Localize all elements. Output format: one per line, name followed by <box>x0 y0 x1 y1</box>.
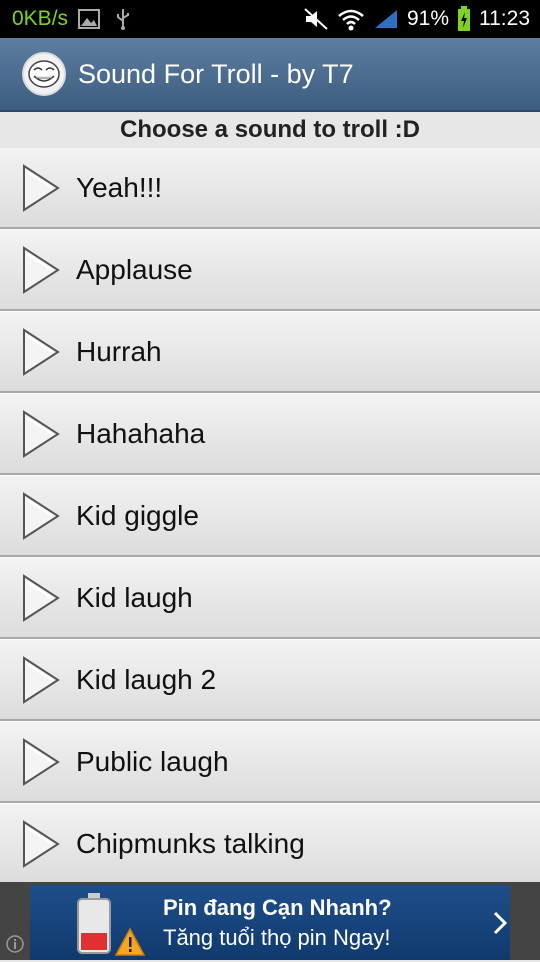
sound-row-kid-laugh[interactable]: Kid laugh <box>0 557 540 639</box>
sound-label: Yeah!!! <box>76 171 163 203</box>
play-icon <box>23 492 60 540</box>
signal-icon <box>373 8 399 30</box>
info-icon[interactable] <box>5 934 25 954</box>
sound-row-kid-laugh-2[interactable]: Kid laugh 2 <box>0 639 540 721</box>
low-battery-warning-icon <box>74 891 154 962</box>
play-icon <box>23 246 60 294</box>
ad-headline: Pin đang Cạn Nhanh? <box>163 895 392 920</box>
net-speed: 0KB/s <box>12 7 69 30</box>
clock: 11:23 <box>479 7 530 30</box>
sound-label: Kid laugh 2 <box>76 663 217 695</box>
ad-content[interactable]: Pin đang Cạn Nhanh? Tăng tuổi thọ pin Ng… <box>30 885 510 960</box>
play-icon <box>23 820 60 868</box>
sound-label: Chipmunks talking <box>76 827 305 859</box>
play-icon <box>23 328 60 376</box>
play-icon <box>23 410 60 458</box>
chevron-right-icon[interactable] <box>492 910 508 941</box>
play-icon <box>23 164 60 212</box>
sound-row-yeah[interactable]: Yeah!!! <box>0 148 540 229</box>
ad-subline: Tăng tuổi thọ pin Ngay! <box>163 925 391 950</box>
wifi-icon <box>337 7 365 31</box>
sound-label: Public laugh <box>76 745 229 777</box>
list-header: Choose a sound to troll :D <box>120 116 420 143</box>
sound-row-public-laugh[interactable]: Public laugh <box>0 721 540 803</box>
sound-row-applause[interactable]: Applause <box>0 229 540 311</box>
mute-icon <box>303 7 329 31</box>
sound-row-hurrah[interactable]: Hurrah <box>0 311 540 393</box>
sound-label: Hurrah <box>76 335 162 367</box>
sound-label: Kid laugh <box>76 581 193 613</box>
play-icon <box>23 656 60 704</box>
sound-label: Kid giggle <box>76 499 199 531</box>
sound-row-hahahaha[interactable]: Hahahaha <box>0 393 540 475</box>
sound-label: Applause <box>76 253 193 285</box>
status-bar: 0KB/s 91% 11:23 <box>0 0 540 38</box>
battery-charging-icon <box>457 6 471 32</box>
battery-percent: 91% <box>406 7 449 30</box>
sound-row-chipmunks-talking[interactable]: Chipmunks talking <box>0 803 540 885</box>
sound-list: Yeah!!! Applause Hurrah Hahahaha Kid gig… <box>0 148 540 899</box>
sound-label: Hahahaha <box>76 417 206 449</box>
app-title: Sound For Troll - by T7 <box>78 58 354 89</box>
troll-face-icon[interactable] <box>22 52 66 96</box>
play-icon <box>23 574 60 622</box>
action-bar: Sound For Troll - by T7 <box>0 38 540 112</box>
play-icon <box>23 738 60 786</box>
image-icon <box>78 9 101 29</box>
ad-banner[interactable]: Pin đang Cạn Nhanh? Tăng tuổi thọ pin Ng… <box>0 882 540 960</box>
usb-icon <box>114 7 132 31</box>
sound-row-kid-giggle[interactable]: Kid giggle <box>0 475 540 557</box>
